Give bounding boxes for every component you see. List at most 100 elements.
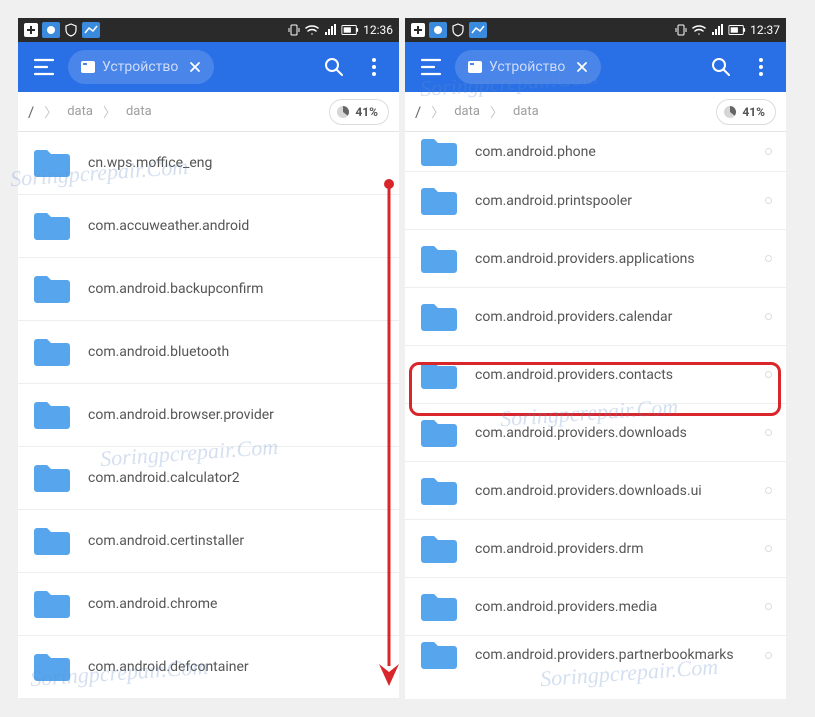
signal-icon <box>710 23 724 37</box>
item-name: com.android.chrome <box>88 596 217 612</box>
shield-icon <box>451 23 465 37</box>
status-time: 12:37 <box>750 23 780 37</box>
list-item[interactable]: com.android.providers.downloads.ui <box>405 462 786 520</box>
chevron-right-icon: 〉 <box>103 102 116 121</box>
folder-icon <box>419 475 459 507</box>
crumb[interactable]: / <box>28 103 34 121</box>
item-name: cn.wps.moffice_eng <box>88 155 212 171</box>
folder-icon <box>419 417 459 449</box>
sdcard-icon <box>467 60 483 74</box>
app-icon-2 <box>469 22 487 38</box>
list-item[interactable]: com.android.providers.drm <box>405 520 786 578</box>
list-item[interactable]: com.android.bluetooth <box>18 321 399 384</box>
search-button[interactable] <box>704 50 738 84</box>
folder-icon <box>419 301 459 333</box>
folder-icon <box>32 462 72 494</box>
status-bar: 12:37 <box>405 18 786 42</box>
battery-icon <box>728 22 746 38</box>
crumb[interactable]: data <box>513 104 539 119</box>
folder-icon <box>419 639 459 671</box>
select-dot[interactable] <box>765 487 772 494</box>
vibrate-icon <box>674 23 688 37</box>
list-item[interactable]: com.android.providers.media <box>405 578 786 636</box>
folder-icon <box>419 359 459 391</box>
list-item[interactable]: com.android.chrome <box>18 573 399 636</box>
location-tab[interactable]: Устройство <box>455 50 601 84</box>
shield-icon <box>64 23 78 37</box>
item-name: com.android.providers.drm <box>475 541 644 557</box>
list-item[interactable]: com.android.providers.downloads <box>405 404 786 462</box>
item-name: com.android.providers.downloads.ui <box>475 483 702 499</box>
select-dot[interactable] <box>765 652 772 659</box>
select-dot[interactable] <box>765 197 772 204</box>
crumb[interactable]: data <box>126 104 152 119</box>
folder-icon <box>419 136 459 168</box>
status-left-icons <box>411 22 487 38</box>
folder-icon <box>419 185 459 217</box>
phone-left: 12:36 Устройство / 〉 <box>18 18 399 699</box>
storage-badge[interactable]: 41% <box>716 99 776 125</box>
list-item[interactable]: com.android.defcontainer <box>18 636 399 699</box>
status-time: 12:36 <box>363 23 393 37</box>
list-item[interactable]: com.android.providers.partnerbookmarks <box>405 636 786 674</box>
item-name: com.android.providers.media <box>475 599 657 615</box>
folder-icon <box>419 533 459 565</box>
plus-icon <box>24 23 38 37</box>
select-dot[interactable] <box>765 545 772 552</box>
item-name: com.android.printspooler <box>475 193 632 209</box>
folder-icon <box>32 210 72 242</box>
item-name: com.accuweather.android <box>88 218 249 234</box>
select-dot[interactable] <box>765 371 772 378</box>
select-dot[interactable] <box>765 313 772 320</box>
list-item[interactable]: cn.wps.moffice_eng <box>18 132 399 195</box>
close-icon[interactable] <box>571 56 593 78</box>
crumb[interactable]: data <box>454 104 480 119</box>
more-button[interactable] <box>357 50 391 84</box>
list-item[interactable]: com.android.phone <box>405 132 786 172</box>
crumb[interactable]: data <box>67 104 93 119</box>
folder-icon <box>419 243 459 275</box>
item-name: com.android.providers.calendar <box>475 309 672 325</box>
chevron-right-icon: 〉 <box>490 102 503 121</box>
select-dot[interactable] <box>765 148 772 155</box>
select-dot[interactable] <box>765 255 772 262</box>
app-icon <box>429 22 447 38</box>
list-item[interactable]: com.android.printspooler <box>405 172 786 230</box>
vibrate-icon <box>287 23 301 37</box>
menu-button[interactable] <box>413 49 449 85</box>
folder-list[interactable]: cn.wps.moffice_eng com.accuweather.andro… <box>18 132 399 699</box>
location-tab[interactable]: Устройство <box>68 50 214 84</box>
breadcrumb[interactable]: / 〉 data 〉 data 41% <box>18 92 399 132</box>
wifi-icon <box>692 23 706 37</box>
crumb[interactable]: / <box>415 103 421 121</box>
item-name: com.android.providers.downloads <box>475 425 687 441</box>
select-dot[interactable] <box>765 603 772 610</box>
folder-icon <box>32 588 72 620</box>
menu-button[interactable] <box>26 49 62 85</box>
storage-badge[interactable]: 41% <box>329 99 389 125</box>
phone-right: 12:37 Устройство / 〉 <box>405 18 786 699</box>
app-icon-2 <box>82 22 100 38</box>
pie-icon <box>723 105 737 119</box>
list-item[interactable]: com.android.browser.provider <box>18 384 399 447</box>
select-dot[interactable] <box>765 429 772 436</box>
list-item[interactable]: com.android.providers.calendar <box>405 288 786 346</box>
folder-icon <box>32 147 72 179</box>
item-name: com.android.calculator2 <box>88 470 240 486</box>
breadcrumb[interactable]: / 〉 data 〉 data 41% <box>405 92 786 132</box>
list-item[interactable]: com.android.certinstaller <box>18 510 399 573</box>
item-name: com.android.phone <box>475 144 596 160</box>
list-item[interactable]: com.android.providers.applications <box>405 230 786 288</box>
app-icon <box>42 22 60 38</box>
app-toolbar: Устройство <box>18 42 399 92</box>
list-item[interactable]: com.android.providers.contacts <box>405 346 786 404</box>
more-button[interactable] <box>744 50 778 84</box>
list-item[interactable]: com.android.calculator2 <box>18 447 399 510</box>
list-item[interactable]: com.android.backupconfirm <box>18 258 399 321</box>
list-item[interactable]: com.accuweather.android <box>18 195 399 258</box>
folder-list[interactable]: com.android.phone com.android.printspool… <box>405 132 786 674</box>
close-icon[interactable] <box>184 56 206 78</box>
storage-percent: 41% <box>355 105 378 119</box>
search-button[interactable] <box>317 50 351 84</box>
folder-icon <box>32 273 72 305</box>
